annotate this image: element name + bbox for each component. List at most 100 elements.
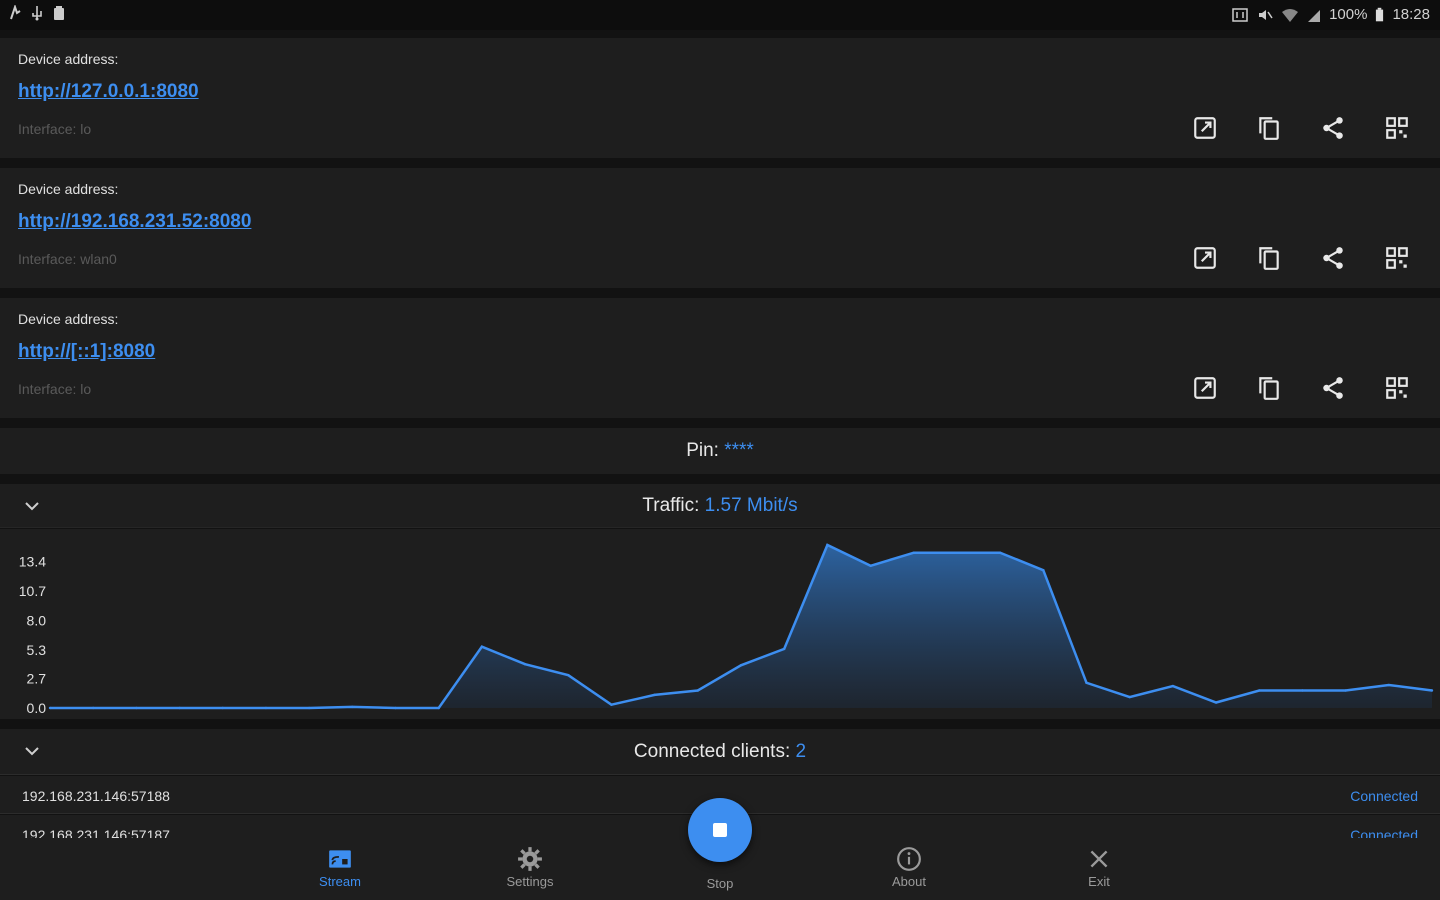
traffic-point <box>135 706 138 710</box>
traffic-point <box>653 693 656 697</box>
share-icon[interactable] <box>1316 111 1350 145</box>
traffic-point <box>610 703 613 706</box>
address-actions <box>1188 111 1414 145</box>
y-tick-label: 8.0 <box>27 612 47 628</box>
traffic-point <box>48 706 52 710</box>
traffic-point <box>826 543 829 547</box>
nav-stop[interactable]: Stop <box>660 876 780 891</box>
traffic-point <box>1387 683 1391 687</box>
client-status: Connected <box>1350 788 1418 804</box>
nav-settings[interactable]: Settings <box>470 846 590 889</box>
clients-label: Connected clients: <box>633 741 791 762</box>
traffic-point <box>912 551 915 554</box>
traffic-point <box>351 705 354 709</box>
chevron-down-icon[interactable] <box>22 496 42 516</box>
traffic-point <box>1085 681 1088 685</box>
device-address-label: Device address: <box>18 51 119 67</box>
info-icon <box>897 847 921 871</box>
status-left-icons <box>8 5 66 21</box>
interface-label: Interface: lo <box>18 381 92 397</box>
traffic-point <box>1258 689 1261 692</box>
traffic-label: Traffic: <box>642 495 700 516</box>
signal-icon <box>1308 9 1321 22</box>
nav-stream-label: Stream <box>319 874 361 889</box>
copy-icon[interactable] <box>1252 111 1286 145</box>
traffic-point <box>307 706 311 710</box>
client-address: 192.168.231.146:57188 <box>22 788 170 804</box>
address-actions <box>1188 241 1414 275</box>
close-icon <box>1090 850 1108 868</box>
y-tick-label: 5.3 <box>27 642 47 658</box>
traffic-point <box>523 663 527 666</box>
traffic-point <box>1214 701 1218 704</box>
stop-button[interactable] <box>688 798 752 862</box>
address-actions <box>1188 371 1414 405</box>
chevron-down-icon[interactable] <box>22 741 42 761</box>
usb-icon <box>32 6 42 21</box>
traffic-point <box>480 645 484 648</box>
clients-header: Connected clients: 2 <box>0 729 1440 775</box>
traffic-point <box>1301 689 1304 692</box>
interface-label: Interface: lo <box>18 121 92 137</box>
qr-code-icon[interactable] <box>1380 111 1414 145</box>
device-address-link[interactable]: http://192.168.231.52:8080 <box>18 211 251 233</box>
copy-icon[interactable] <box>1252 371 1286 405</box>
traffic-point <box>998 551 1002 554</box>
traffic-point <box>394 706 397 710</box>
traffic-point <box>696 689 700 692</box>
interface-label: Interface: wlan0 <box>18 251 117 267</box>
traffic-header: Traffic: 1.57 Mbit/s <box>0 484 1440 528</box>
address-card: Device address: http://[::1]:8080 Interf… <box>0 298 1440 418</box>
open-in-browser-icon[interactable] <box>1188 371 1222 405</box>
traffic-point <box>739 664 743 667</box>
share-icon[interactable] <box>1316 371 1350 405</box>
gear-icon <box>518 847 542 871</box>
traffic-point <box>91 706 95 710</box>
traffic-point <box>567 673 570 677</box>
battery-icon <box>1376 7 1384 21</box>
traffic-point <box>1344 689 1347 692</box>
status-bar: 100% 18:28 <box>0 0 1440 30</box>
traffic-point <box>1430 689 1434 692</box>
hotspot-icon <box>10 5 21 20</box>
y-tick-label: 2.7 <box>27 670 47 686</box>
clipboard-icon <box>54 6 64 20</box>
qr-code-icon[interactable] <box>1380 371 1414 405</box>
traffic-point <box>178 706 181 710</box>
cast-icon <box>329 850 351 868</box>
open-in-browser-icon[interactable] <box>1188 111 1222 145</box>
address-card: Device address: http://127.0.0.1:8080 In… <box>0 38 1440 158</box>
nfc-icon <box>1232 7 1248 22</box>
open-in-browser-icon[interactable] <box>1188 241 1222 275</box>
traffic-point <box>869 564 872 567</box>
clock: 18:28 <box>1392 6 1430 23</box>
traffic-point <box>1042 568 1045 572</box>
address-card: Device address: http://192.168.231.52:80… <box>0 168 1440 288</box>
copy-icon[interactable] <box>1252 241 1286 275</box>
clients-count: 2 <box>795 741 807 762</box>
traffic-point <box>955 551 959 554</box>
share-icon[interactable] <box>1316 241 1350 275</box>
traffic-point <box>782 647 786 651</box>
stop-icon <box>713 823 727 837</box>
mute-icon <box>1259 9 1273 20</box>
device-address-link[interactable]: http://[::1]:8080 <box>18 341 155 363</box>
nav-exit-label: Exit <box>1088 874 1110 889</box>
traffic-chart: 13.4 10.7 8.0 5.3 2.7 0.0 <box>0 529 1440 719</box>
traffic-point <box>221 706 224 710</box>
device-address-label: Device address: <box>18 181 119 197</box>
nav-settings-label: Settings <box>506 874 554 889</box>
status-right: 100% 18:28 <box>1231 6 1430 23</box>
traffic-point <box>437 706 440 710</box>
nav-about[interactable]: About <box>849 846 969 889</box>
traffic-chart-svg: 13.4 10.7 8.0 5.3 2.7 0.0 <box>19 543 1434 716</box>
nav-stream[interactable]: Stream <box>280 846 400 889</box>
qr-code-icon[interactable] <box>1380 241 1414 275</box>
wifi-icon <box>1282 8 1299 22</box>
nav-exit[interactable]: Exit <box>1039 846 1159 889</box>
traffic-point <box>1128 695 1131 699</box>
device-address-link[interactable]: http://127.0.0.1:8080 <box>18 81 199 103</box>
traffic-point <box>264 706 268 710</box>
nav-about-label: About <box>892 874 926 889</box>
pin-value: **** <box>724 440 754 461</box>
